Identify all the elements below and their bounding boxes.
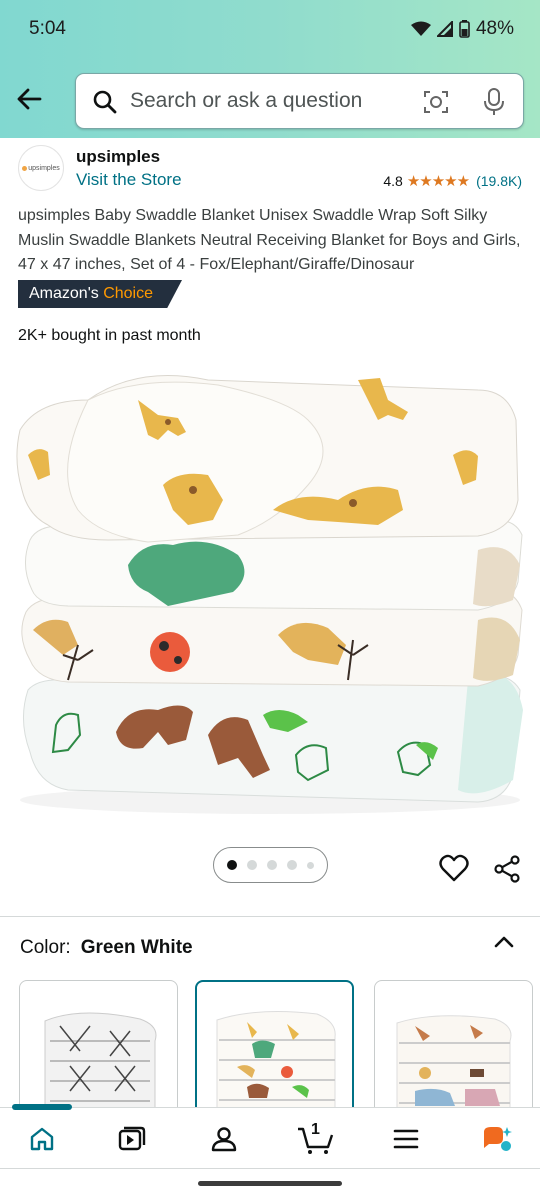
- search-bar[interactable]: Search or ask a question: [75, 73, 524, 129]
- rufus-icon: [484, 1127, 512, 1151]
- amazons-choice-badge: Amazon's Choice: [18, 280, 182, 308]
- color-swatch[interactable]: [374, 980, 533, 1115]
- account-icon: [211, 1127, 237, 1152]
- microphone-icon[interactable]: [482, 87, 506, 117]
- color-label: Color:: [20, 937, 71, 958]
- battery-percent: 48%: [475, 18, 514, 39]
- color-swatch-selected[interactable]: [195, 980, 354, 1115]
- signal-icon: [436, 21, 453, 37]
- battery-icon: [459, 20, 470, 38]
- carousel-dot[interactable]: [267, 860, 277, 870]
- tab-home[interactable]: [22, 1121, 62, 1157]
- status-bar: 5:04 48%: [0, 0, 540, 60]
- carousel-dot[interactable]: [287, 860, 297, 870]
- bought-count: 2K+ bought in past month: [18, 327, 201, 344]
- color-value: Green White: [80, 937, 193, 958]
- color-selector[interactable]: Color: Green White: [20, 937, 193, 959]
- status-time: 5:04: [29, 18, 66, 39]
- visit-store-link[interactable]: Visit the Store: [76, 170, 182, 190]
- bottom-nav: [0, 1107, 540, 1170]
- wifi-icon: [410, 21, 431, 36]
- video-icon: [118, 1126, 146, 1151]
- section-divider: [0, 916, 540, 917]
- swatch-image: [216, 1011, 336, 1113]
- carousel-dot[interactable]: [227, 860, 237, 870]
- brand-name[interactable]: upsimples: [76, 147, 160, 167]
- share-icon[interactable]: [493, 855, 521, 883]
- swatch-image: [396, 1015, 512, 1114]
- carousel-dot[interactable]: [307, 861, 314, 869]
- active-tab-indicator: [12, 1104, 72, 1110]
- cart-count: 1: [311, 1121, 320, 1138]
- tab-menu[interactable]: [386, 1121, 426, 1157]
- rating-stars: ★★★★★: [406, 173, 470, 190]
- product-title: upsimples Baby Swaddle Blanket Unisex Sw…: [18, 207, 521, 273]
- rating-score: 4.8: [383, 173, 403, 189]
- rating-summary[interactable]: 4.8 ★★★★★ (19.8K): [383, 172, 522, 190]
- chevron-up-icon[interactable]: [493, 934, 515, 950]
- search-icon: [93, 90, 117, 114]
- home-icon: [30, 1127, 54, 1151]
- status-icons: 48%: [410, 18, 514, 40]
- search-placeholder[interactable]: Search or ask a question: [130, 89, 362, 113]
- tab-rufus[interactable]: [476, 1121, 516, 1157]
- gesture-handle[interactable]: [198, 1181, 342, 1186]
- swatch-image: [44, 1012, 157, 1114]
- back-arrow-icon[interactable]: [14, 84, 44, 114]
- image-carousel-dots[interactable]: [213, 847, 328, 883]
- carousel-dot[interactable]: [247, 860, 257, 870]
- rating-count[interactable]: (19.8K): [476, 173, 522, 189]
- heart-icon[interactable]: [439, 854, 469, 882]
- product-image[interactable]: [8, 360, 532, 820]
- color-swatch[interactable]: [19, 980, 178, 1115]
- brand-logo[interactable]: upsimples: [18, 145, 64, 191]
- tab-account[interactable]: [204, 1121, 244, 1157]
- menu-icon: [393, 1129, 419, 1149]
- nav-divider: [0, 1168, 540, 1169]
- camera-search-icon[interactable]: [423, 89, 449, 115]
- tab-cart[interactable]: 1: [294, 1121, 338, 1157]
- tab-video[interactable]: [112, 1121, 152, 1157]
